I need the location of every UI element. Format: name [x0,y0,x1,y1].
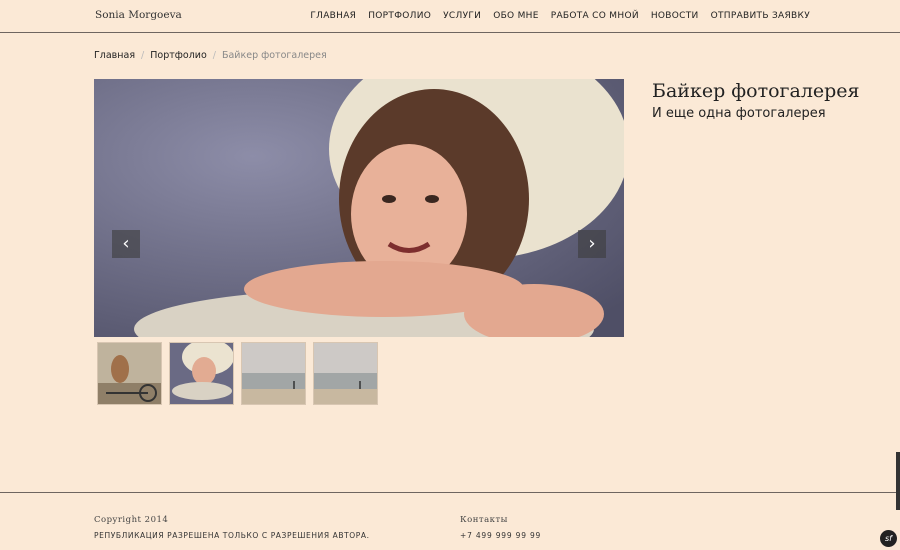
breadcrumb-current: Байкер фотогалерея [221,50,327,61]
thumbnail-image [314,343,377,404]
nav-services[interactable]: УСЛУГИ [443,11,481,21]
chevron-right-icon: › [588,233,596,254]
scrollbar[interactable] [896,452,900,510]
thumbnail-image [98,343,161,404]
page-subtitle: И еще одна фотогалерея [652,106,826,121]
page-title: Байкер фотогалерея [652,80,860,102]
nav-send-request[interactable]: ОТПРАВИТЬ ЗАЯВКУ [711,11,810,21]
site-footer: Copyright 2014 РЕПУБЛИКАЦИЯ РАЗРЕШЕНА ТО… [0,492,900,550]
thumbnail[interactable] [241,342,306,405]
debug-toolbar-badge[interactable]: sf [880,530,897,547]
rights-notice: РЕПУБЛИКАЦИЯ РАЗРЕШЕНА ТОЛЬКО С РАЗРЕШЕН… [94,531,370,540]
breadcrumb: Главная / Портфолио / Байкер фотогалерея [94,50,327,61]
chevron-left-icon: ‹ [122,233,130,254]
phone-number[interactable]: +7 499 999 99 99 [460,531,541,540]
nav-portfolio[interactable]: ПОРТФОЛИО [368,11,431,21]
gallery-info: Байкер фотогалерея И еще одна фотогалере… [652,80,882,121]
nav-home[interactable]: ГЛАВНАЯ [310,11,356,21]
site-header: Sonia Morgoeva ГЛАВНАЯ ПОРТФОЛИО УСЛУГИ … [0,0,900,33]
nav-news[interactable]: НОВОСТИ [651,11,699,21]
next-slide-button[interactable]: › [578,230,606,258]
breadcrumb-portfolio[interactable]: Портфолио [150,50,207,61]
nav-work-with-me[interactable]: РАБОТА СО МНОЙ [551,11,639,21]
breadcrumb-separator: / [141,50,145,61]
copyright-text: Copyright 2014 [94,515,169,525]
thumbnail[interactable] [97,342,162,405]
symfony-icon: sf [885,534,892,543]
breadcrumb-separator: / [212,50,216,61]
thumbnail-image [242,343,305,404]
nav-about[interactable]: ОБО МНЕ [493,11,539,21]
main-photo [94,79,624,337]
photo-slider[interactable]: ‹ › [94,79,624,337]
thumbnail[interactable] [313,342,378,405]
thumbnail-image [170,343,233,404]
contacts-heading: Контакты [460,515,508,525]
site-logo[interactable]: Sonia Morgoeva [95,9,182,21]
main-nav: ГЛАВНАЯ ПОРТФОЛИО УСЛУГИ ОБО МНЕ РАБОТА … [310,11,810,21]
breadcrumb-home[interactable]: Главная [94,50,135,61]
thumbnail[interactable] [169,342,234,405]
prev-slide-button[interactable]: ‹ [112,230,140,258]
thumbnail-strip [97,342,378,405]
